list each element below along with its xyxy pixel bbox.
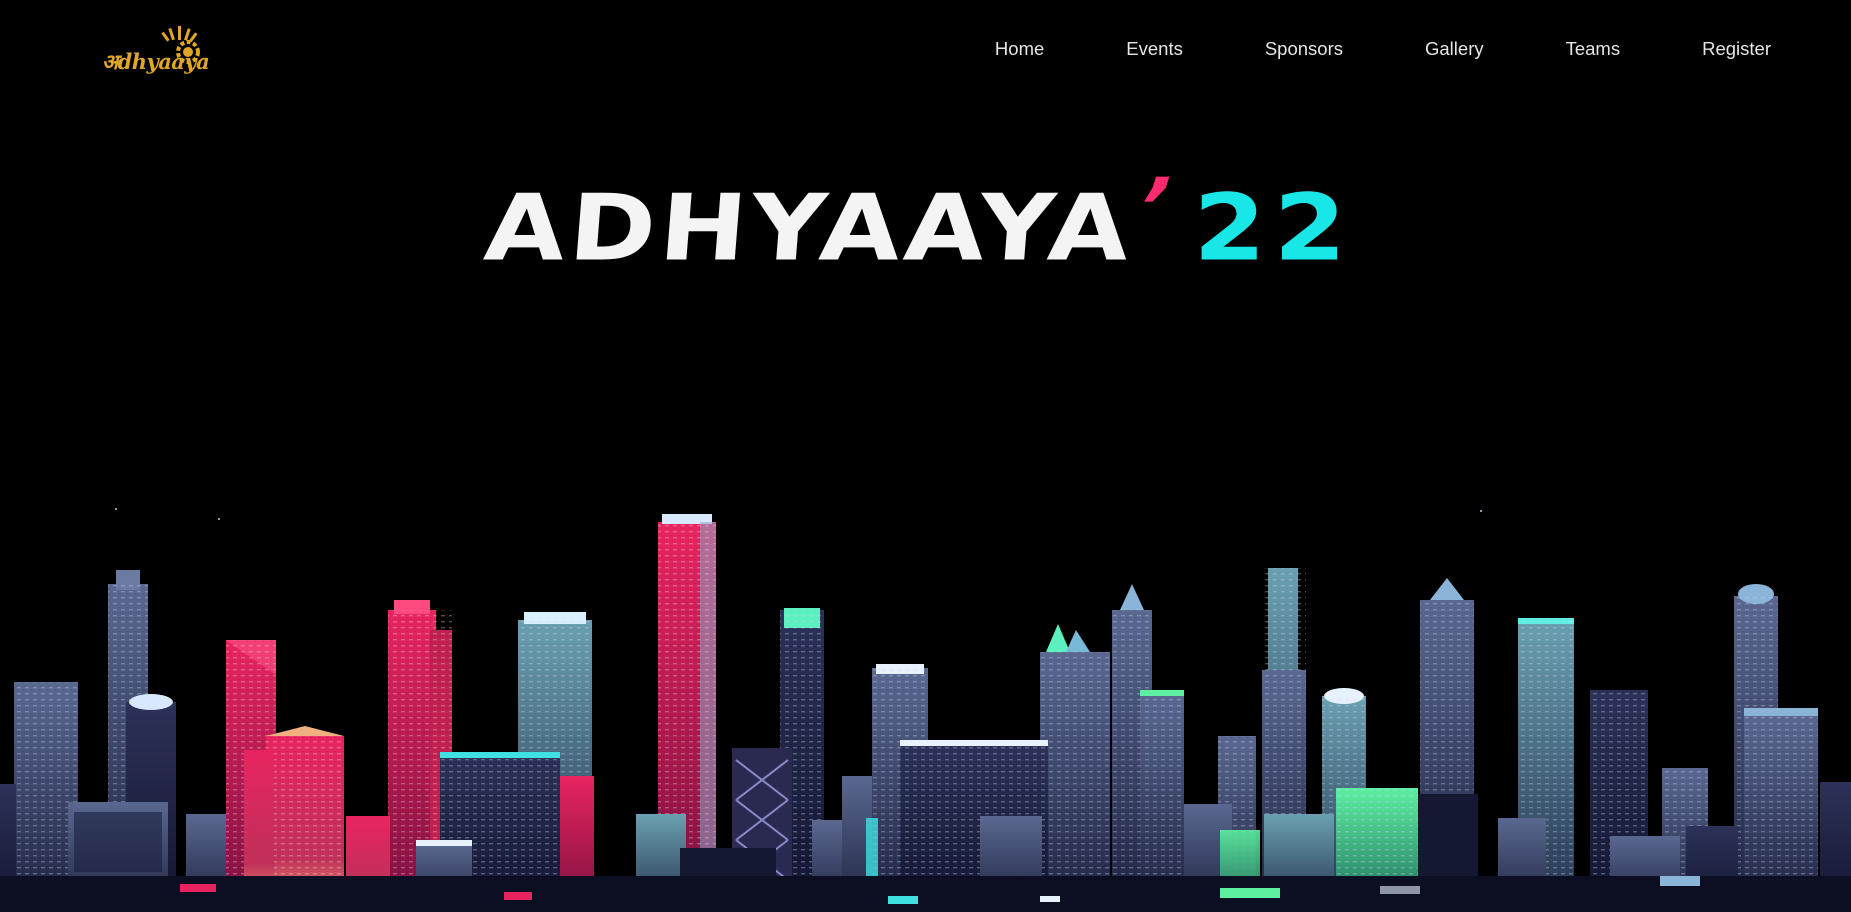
site-logo[interactable]: अdhyaaya xyxy=(98,22,210,88)
nav-menu: Home Events Sponsors Gallery Teams Regis… xyxy=(995,38,1771,60)
landing-page: अdhyaaya Home Events Sponsors Gallery Te… xyxy=(0,0,1851,912)
nav-sponsors-link[interactable]: Sponsors xyxy=(1265,38,1343,60)
logo-wordmark: अdhyaaya xyxy=(102,49,210,74)
nav-home-link[interactable]: Home xyxy=(995,38,1044,60)
nav-register-link[interactable]: Register xyxy=(1702,38,1771,60)
nav-events-link[interactable]: Events xyxy=(1126,38,1183,60)
nav-gallery-link[interactable]: Gallery xyxy=(1425,38,1484,60)
pixel-city-skyline-illustration xyxy=(0,508,1851,912)
navbar: अdhyaaya Home Events Sponsors Gallery Te… xyxy=(0,0,1851,108)
nav-teams-link[interactable]: Teams xyxy=(1566,38,1621,60)
hero-title-year: 22 xyxy=(1193,174,1355,282)
hero-title: ADHYAAYA ’ 22 xyxy=(0,161,1845,288)
hero-title-name: ADHYAAYA xyxy=(480,174,1138,282)
